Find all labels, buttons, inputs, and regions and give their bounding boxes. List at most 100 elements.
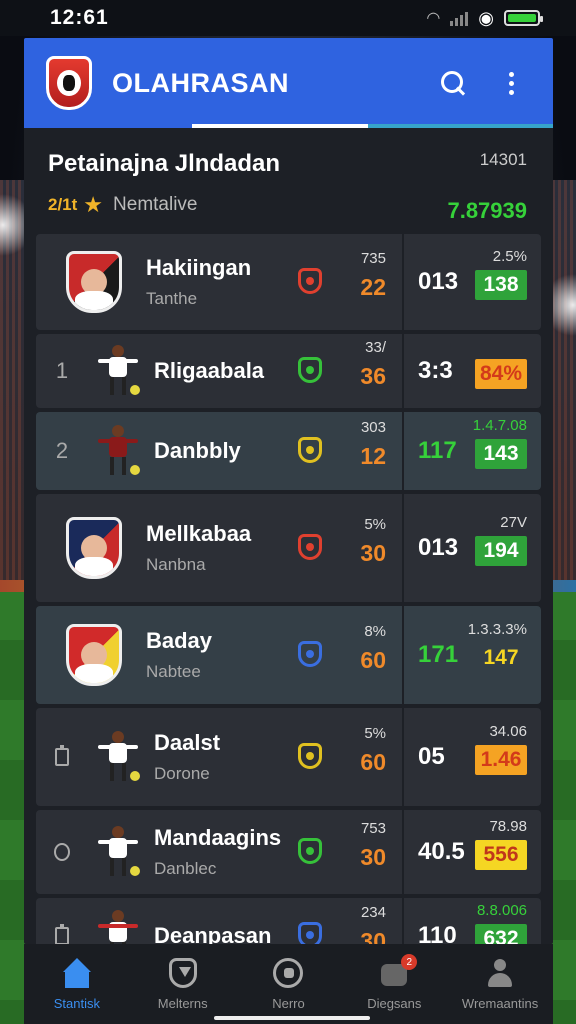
side-top: 34.06 [489, 723, 527, 740]
side-top: 27V [500, 514, 527, 531]
more-options-button[interactable] [491, 63, 531, 103]
team-side-cell: 8.8.006 110 632 [404, 898, 541, 944]
home-icon [62, 958, 92, 988]
team-icon: 2 [379, 954, 418, 988]
score-badge: 147 [483, 646, 519, 669]
team-row[interactable]: Daalst Dorone 5% 60 34.06 05 1.46 [36, 708, 541, 806]
team-main-cell: 2 Danbbly 303 12 [36, 412, 402, 490]
rank-cell [36, 924, 88, 944]
nav-item-4[interactable]: 2 Diegsans [341, 944, 447, 1024]
clipboard-icon [55, 924, 69, 944]
side-value: 117 [418, 437, 457, 464]
stat-top: 33/ [365, 339, 386, 356]
shield-icon [298, 838, 322, 864]
search-button[interactable] [433, 63, 473, 103]
wifi-icon: ◠ [426, 10, 441, 27]
player-figure-icon [96, 910, 140, 944]
shield-icon [298, 641, 322, 667]
nav-label: Nerro [272, 996, 305, 1011]
team-stat: 303 12 [298, 412, 388, 490]
app-header: OLAHRASAN [24, 38, 553, 128]
status-bar: 12:61 ◠ ◉ [0, 0, 576, 36]
summary-title: Petainajna Jlndadan [48, 150, 281, 177]
score-badge: 556 [475, 840, 527, 870]
team-row[interactable]: 1 Rligaabala 33/ 36 3:3 84% [36, 334, 541, 408]
team-side-cell: 78.98 40.5 556 [404, 810, 541, 894]
player-figure-icon [96, 425, 140, 477]
stat-top: 234 [360, 904, 386, 921]
team-side-cell: 34.06 05 1.46 [404, 708, 541, 806]
team-side-cell: 3:3 84% [404, 334, 541, 408]
team-row[interactable]: Deanpasan 234 30 8.8.006 110 632 [36, 898, 541, 944]
notification-badge: 2 [401, 954, 418, 970]
team-main-cell: Baday Nabtee 8% 60 [36, 606, 402, 704]
summary-value: 7.87939 [447, 198, 527, 223]
stat-main: 30 [360, 928, 386, 944]
stat-top: 753 [360, 820, 386, 837]
team-crest-icon [66, 251, 122, 313]
score-badge: 138 [475, 270, 527, 300]
side-value: 171 [418, 641, 459, 668]
rank-cell [36, 745, 88, 766]
summary-count: 14301 [479, 150, 527, 169]
stat-main: 30 [360, 540, 386, 566]
battery-icon [504, 10, 543, 26]
more-vert-icon [508, 71, 514, 95]
side-top: 1.4.7.08 [472, 417, 527, 434]
team-side-cell: 2.5% 013 138 [404, 234, 541, 330]
score-badge: 1.46 [475, 745, 527, 775]
shield-icon [168, 958, 197, 988]
team-stat: 8% 60 [298, 606, 388, 704]
stat-top: 5% [364, 725, 386, 742]
nav-item-3[interactable]: Nerro [236, 944, 342, 1024]
shield-icon [298, 743, 322, 769]
team-row[interactable]: Mellkabaa Nanbna 5% 30 27V 013 194 [36, 494, 541, 602]
side-value: 05 [418, 743, 445, 770]
nav-item-5[interactable]: Wremaantins [447, 944, 553, 1024]
rank-number: 2 [55, 438, 69, 463]
person-icon [485, 958, 515, 988]
nav-label: Diegsans [367, 996, 422, 1011]
rank-cell [36, 843, 88, 861]
standings-list: Hakiingan Tanthe 735 22 2.5% 013 138 1 R [36, 234, 541, 944]
team-row[interactable]: Hakiingan Tanthe 735 22 2.5% 013 138 [36, 234, 541, 330]
team-stat: 735 22 [298, 234, 388, 330]
search-icon [441, 71, 465, 95]
team-main-cell: Hakiingan Tanthe 735 22 [36, 234, 402, 330]
nav-label: Stantisk [53, 996, 101, 1011]
side-value: 110 [418, 922, 457, 944]
score-badge: 84% [475, 359, 527, 389]
team-main-cell: 1 Rligaabala 33/ 36 [36, 334, 402, 408]
team-side-cell: 27V 013 194 [404, 494, 541, 602]
team-row[interactable]: Mandaagins Danblec 753 30 78.98 40.5 556 [36, 810, 541, 894]
team-stat: 5% 60 [298, 708, 388, 806]
stat-main: 60 [360, 749, 386, 775]
stat-top: 303 [360, 419, 386, 436]
player-figure-icon [96, 731, 140, 783]
stat-top: 735 [360, 250, 386, 267]
nav-label: Melterns [157, 996, 208, 1011]
side-top: 8.8.006 [476, 902, 527, 919]
stat-top: 8% [364, 623, 386, 640]
side-top: 78.98 [489, 818, 527, 835]
team-main-cell: Deanpasan 234 30 [36, 898, 402, 944]
shield-icon [298, 268, 322, 294]
bottom-navigation: Stantisk Melterns Nerro 2 Diegsans Wrema… [24, 944, 553, 1024]
nav-item-1[interactable]: Stantisk [24, 944, 130, 1024]
side-value: 3:3 [418, 357, 453, 384]
nav-item-2[interactable]: Melterns [130, 944, 236, 1024]
team-stat: 234 30 [298, 898, 388, 944]
home-indicator [214, 1016, 370, 1020]
app-window: OLAHRASAN Petainajna Jlndadan 14301 2/1t… [24, 38, 553, 944]
shield-icon [298, 357, 322, 383]
team-stat: 5% 30 [298, 494, 388, 602]
team-stat: 753 30 [298, 810, 388, 894]
stat-top: 5% [364, 516, 386, 533]
team-row[interactable]: Baday Nabtee 8% 60 1.3.3.3% 171 147 [36, 606, 541, 704]
stat-main: 12 [360, 443, 386, 469]
shield-icon [298, 922, 322, 944]
shield-icon [298, 534, 322, 560]
team-row[interactable]: 2 Danbbly 303 12 1.4.7.08 117 143 [36, 412, 541, 490]
side-value: 013 [418, 534, 459, 561]
star-icon: ★ [83, 192, 104, 217]
